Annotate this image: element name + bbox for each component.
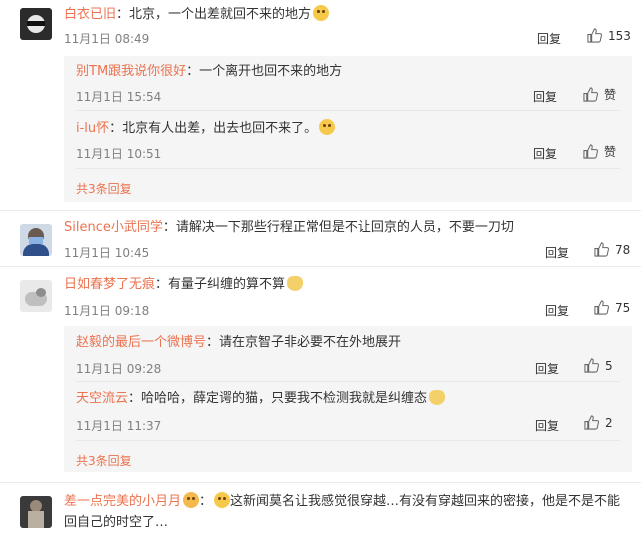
thumbs-up-icon (583, 144, 598, 159)
comment-text: 日如春梦了无痕：有量子纠缠的算不算 (64, 276, 304, 294)
like-button[interactable]: 153 (587, 28, 631, 43)
divider (76, 168, 620, 169)
comment-date: 11月1日 10:45 (64, 246, 150, 260)
username[interactable]: 别TM跟我说你很好 (76, 64, 186, 79)
sub-comment-text: 别TM跟我说你很好：一个离开也回不来的地方 (76, 63, 342, 81)
username[interactable]: Silence小武同学 (64, 220, 163, 235)
reply-button[interactable]: 回复 (533, 145, 557, 162)
sub-comment-text: i-lu怀：北京有人出差，出去也回不来了。 (76, 119, 336, 138)
reply-button[interactable]: 回复 (545, 244, 569, 261)
comment-text: Silence小武同学：请解决一下那些行程正常但是不让回京的人员，不要一刀切 (64, 219, 514, 237)
username[interactable]: 赵毅的最后一个微博号 (76, 335, 206, 350)
reply-button[interactable]: 回复 (533, 88, 557, 105)
like-count: 75 (615, 300, 631, 315)
sub-comment-text: 天空流云：哈哈哈，薛定谔的猫，只要我不检测我就是纠缠态 (76, 390, 446, 408)
username[interactable]: 差一点完美的小月月 (64, 494, 181, 509)
like-button[interactable]: 78 (594, 242, 630, 257)
heart-eyes-emoji-icon (183, 492, 200, 508)
view-more-replies-link[interactable]: 共3条回复 (76, 452, 132, 469)
divider (76, 381, 620, 382)
comment-text-continued: 回自己的时空了… (64, 515, 169, 530)
username[interactable]: 白衣已旧 (64, 7, 116, 22)
thumbs-up-icon (583, 87, 598, 102)
username[interactable]: 日如春梦了无痕 (64, 277, 155, 292)
thumbs-up-icon (584, 358, 599, 373)
divider (0, 210, 641, 211)
like-button[interactable]: 2 (584, 415, 613, 430)
smile-emoji-icon (313, 5, 330, 21)
divider (0, 266, 641, 267)
laugh-emoji-icon (214, 492, 231, 508)
comment-body: ：北京，一个出差就回不来的地方 (116, 7, 312, 22)
comment-date: 11月1日 11:37 (76, 419, 162, 433)
reply-button[interactable]: 回复 (535, 417, 559, 434)
reply-button[interactable]: 回复 (535, 360, 559, 377)
divider (0, 482, 641, 483)
comment-body: ：有量子纠缠的算不算 (155, 277, 286, 292)
comment-text: 差一点完美的小月月 ： 这新闻莫名让我感觉很穿越…有没有穿越回来的密接，他是不是不能 (64, 492, 620, 511)
divider (76, 110, 620, 111)
thumbs-up-icon (594, 242, 609, 257)
comment-date: 11月1日 09:28 (76, 362, 162, 376)
like-count: 赞 (604, 145, 617, 159)
cat-emoji-icon (287, 276, 304, 291)
like-button[interactable]: 赞 (583, 86, 616, 103)
comment-date: 11月1日 10:51 (76, 147, 162, 161)
thumbs-up-icon (584, 415, 599, 430)
avatar[interactable] (20, 8, 52, 40)
comment-body: ：哈哈哈，薛定谔的猫，只要我不检测我就是纠缠态 (128, 391, 428, 406)
separator-colon: ： (199, 494, 213, 509)
like-count: 赞 (604, 88, 617, 102)
comment-body: 这新闻莫名让我感觉很穿越…有没有穿越回来的密接，他是不是不能 (230, 494, 621, 509)
like-count: 2 (605, 415, 613, 430)
comment-body: ：北京有人出差，出去也回不来了。 (109, 121, 318, 136)
comment-body: ：请在京智子非必要不在外地展开 (206, 335, 402, 350)
username[interactable]: 天空流云 (76, 391, 128, 406)
avatar[interactable] (20, 224, 52, 256)
comment-date: 11月1日 09:18 (64, 304, 150, 318)
like-count: 153 (608, 28, 631, 43)
thumbs-up-icon (587, 28, 602, 43)
username[interactable]: i-lu怀 (76, 121, 109, 136)
cat-emoji-icon (429, 390, 446, 405)
thumbs-up-icon (594, 300, 609, 315)
comment-date: 11月1日 15:54 (76, 90, 162, 104)
comment-body: ：一个离开也回不来的地方 (186, 64, 343, 79)
laugh-emoji-icon (319, 119, 336, 135)
avatar[interactable] (20, 496, 52, 528)
comment-text: 白衣已旧：北京，一个出差就回不来的地方 (64, 5, 330, 24)
like-count: 78 (615, 242, 631, 257)
like-button[interactable]: 75 (594, 300, 630, 315)
comment-date: 11月1日 08:49 (64, 32, 150, 46)
like-button[interactable]: 5 (584, 358, 613, 373)
reply-button[interactable]: 回复 (537, 30, 561, 47)
like-button[interactable]: 赞 (583, 143, 616, 160)
view-more-replies-link[interactable]: 共3条回复 (76, 180, 132, 197)
comment-body: ：请解决一下那些行程正常但是不让回京的人员，不要一刀切 (162, 220, 514, 235)
like-count: 5 (605, 358, 613, 373)
avatar[interactable] (20, 280, 52, 312)
reply-button[interactable]: 回复 (545, 302, 569, 319)
sub-comment-text: 赵毅的最后一个微博号：请在京智子非必要不在外地展开 (76, 334, 401, 352)
divider (76, 440, 620, 441)
